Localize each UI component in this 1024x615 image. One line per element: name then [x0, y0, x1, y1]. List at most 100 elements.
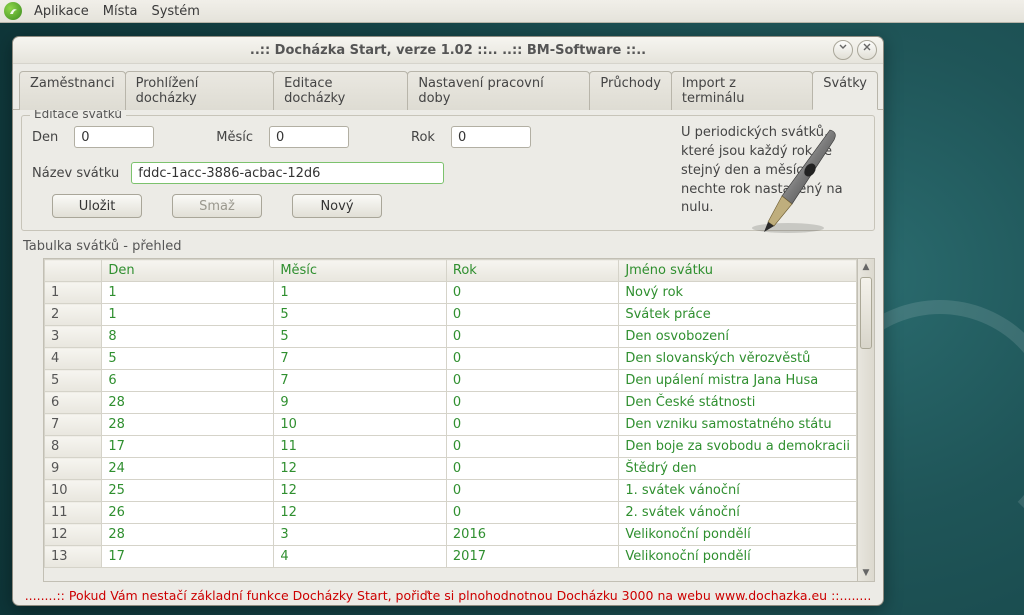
input-den[interactable]	[74, 126, 154, 148]
row-number: 5	[45, 370, 102, 392]
row-number: 12	[45, 524, 102, 546]
table-title: Tabulka svátků - přehled	[23, 239, 875, 254]
table-row[interactable]: 4570Den slovanských věrozvěstů	[45, 348, 857, 370]
cell-den: 26	[102, 502, 274, 524]
cell-mesic: 10	[274, 414, 447, 436]
cell-den: 17	[102, 546, 274, 568]
menu-system[interactable]: Systém	[145, 2, 205, 21]
cell-mesic: 5	[274, 326, 447, 348]
tab-bar: ZaměstnanciProhlížení docházkyEditace do…	[13, 64, 883, 110]
cell-rok: 2016	[446, 524, 618, 546]
cell-den: 1	[102, 304, 274, 326]
table-row[interactable]: 131742017Velikonoční pondělí	[45, 546, 857, 568]
editor-group: Editace svátků U periodických svátků, kt…	[21, 115, 875, 231]
col-header-den[interactable]: Den	[102, 260, 274, 282]
scroll-down-arrow[interactable]: ▼	[858, 565, 874, 581]
footer-ad: ........:: Pokud Vám nestačí základní fu…	[21, 584, 875, 605]
cell-rok: 0	[446, 392, 618, 414]
cell-rok: 0	[446, 304, 618, 326]
holidays-table-container: Den Měsíc Rok Jméno svátku 1110Nový rok2…	[43, 258, 858, 582]
cell-rok: 2017	[446, 546, 618, 568]
footer-link[interactable]: www.dochazka.eu	[715, 588, 827, 603]
cell-jmeno: Velikonoční pondělí	[619, 546, 857, 568]
row-number: 4	[45, 348, 102, 370]
cell-jmeno: Den České státnosti	[619, 392, 857, 414]
scroll-up-arrow[interactable]: ▲	[858, 259, 874, 275]
pen-icon	[734, 126, 854, 236]
table-row[interactable]: 3850Den osvobození	[45, 326, 857, 348]
row-number: 2	[45, 304, 102, 326]
cell-rok: 0	[446, 436, 618, 458]
save-button[interactable]: Uložit	[52, 194, 142, 218]
label-den: Den	[32, 130, 58, 145]
cell-rok: 0	[446, 414, 618, 436]
cell-den: 8	[102, 326, 274, 348]
table-row[interactable]: 2150Svátek práce	[45, 304, 857, 326]
table-row[interactable]: 924120Štědrý den	[45, 458, 857, 480]
col-header-rownum[interactable]	[45, 260, 102, 282]
tab-editace-doch-zky[interactable]: Editace docházky	[273, 71, 408, 110]
cell-den: 28	[102, 524, 274, 546]
table-row[interactable]: 11261202. svátek vánoční	[45, 502, 857, 524]
close-button[interactable]	[857, 40, 877, 60]
menu-aplikace[interactable]: Aplikace	[28, 2, 95, 21]
input-nazev[interactable]	[131, 162, 444, 184]
cell-mesic: 4	[274, 546, 447, 568]
label-nazev: Název svátku	[32, 166, 119, 181]
tab-sv-tky[interactable]: Svátky	[812, 71, 878, 110]
cell-den: 5	[102, 348, 274, 370]
cell-mesic: 7	[274, 348, 447, 370]
new-button[interactable]: Nový	[292, 194, 382, 218]
row-number: 10	[45, 480, 102, 502]
table-row[interactable]: 817110Den boje za svobodu a demokracii	[45, 436, 857, 458]
minimize-button[interactable]	[833, 40, 853, 60]
row-number: 11	[45, 502, 102, 524]
input-mesic[interactable]	[269, 126, 349, 148]
label-mesic: Měsíc	[216, 130, 253, 145]
menu-mista[interactable]: Místa	[97, 2, 144, 21]
col-header-jmeno[interactable]: Jméno svátku	[619, 260, 857, 282]
cell-jmeno: Den vzniku samostatného státu	[619, 414, 857, 436]
cell-rok: 0	[446, 480, 618, 502]
tab-nastaven-pracovn-doby[interactable]: Nastavení pracovní doby	[407, 71, 590, 110]
cell-den: 6	[102, 370, 274, 392]
cell-rok: 0	[446, 348, 618, 370]
titlebar[interactable]: ..:: Docházka Start, verze 1.02 ::.. ..:…	[13, 37, 883, 64]
cell-den: 28	[102, 392, 274, 414]
cell-mesic: 11	[274, 436, 447, 458]
cell-rok: 0	[446, 458, 618, 480]
cell-rok: 0	[446, 326, 618, 348]
col-header-mesic[interactable]: Měsíc	[274, 260, 447, 282]
vertical-scrollbar[interactable]: ▲ ▼	[858, 258, 875, 582]
cell-jmeno: Štědrý den	[619, 458, 857, 480]
cell-den: 1	[102, 282, 274, 304]
tab-pr-chody[interactable]: Průchody	[589, 71, 671, 110]
editor-group-title: Editace svátků	[30, 110, 126, 121]
tab-prohl-en-doch-zky[interactable]: Prohlížení docházky	[125, 71, 275, 110]
distro-logo-icon	[4, 2, 22, 20]
table-row[interactable]: 5670Den upálení mistra Jana Husa	[45, 370, 857, 392]
row-number: 13	[45, 546, 102, 568]
col-header-rok[interactable]: Rok	[446, 260, 618, 282]
table-row[interactable]: 1110Nový rok	[45, 282, 857, 304]
row-number: 1	[45, 282, 102, 304]
table-row[interactable]: 122832016Velikonoční pondělí	[45, 524, 857, 546]
tab-import-z-termin-lu[interactable]: Import z terminálu	[671, 71, 813, 110]
input-rok[interactable]	[451, 126, 531, 148]
tab-zam-stnanci[interactable]: Zaměstnanci	[19, 71, 126, 110]
table-row[interactable]: 10251201. svátek vánoční	[45, 480, 857, 502]
label-rok: Rok	[411, 130, 435, 145]
cell-jmeno: Nový rok	[619, 282, 857, 304]
table-row[interactable]: 62890Den České státnosti	[45, 392, 857, 414]
cell-mesic: 1	[274, 282, 447, 304]
table-row[interactable]: 728100Den vzniku samostatného státu	[45, 414, 857, 436]
cell-mesic: 3	[274, 524, 447, 546]
row-number: 7	[45, 414, 102, 436]
cell-den: 25	[102, 480, 274, 502]
delete-button[interactable]: Smaž	[172, 194, 262, 218]
cell-mesic: 9	[274, 392, 447, 414]
cell-mesic: 12	[274, 502, 447, 524]
cell-jmeno: Den boje za svobodu a demokracii	[619, 436, 857, 458]
scroll-thumb[interactable]	[860, 277, 872, 349]
row-number: 3	[45, 326, 102, 348]
